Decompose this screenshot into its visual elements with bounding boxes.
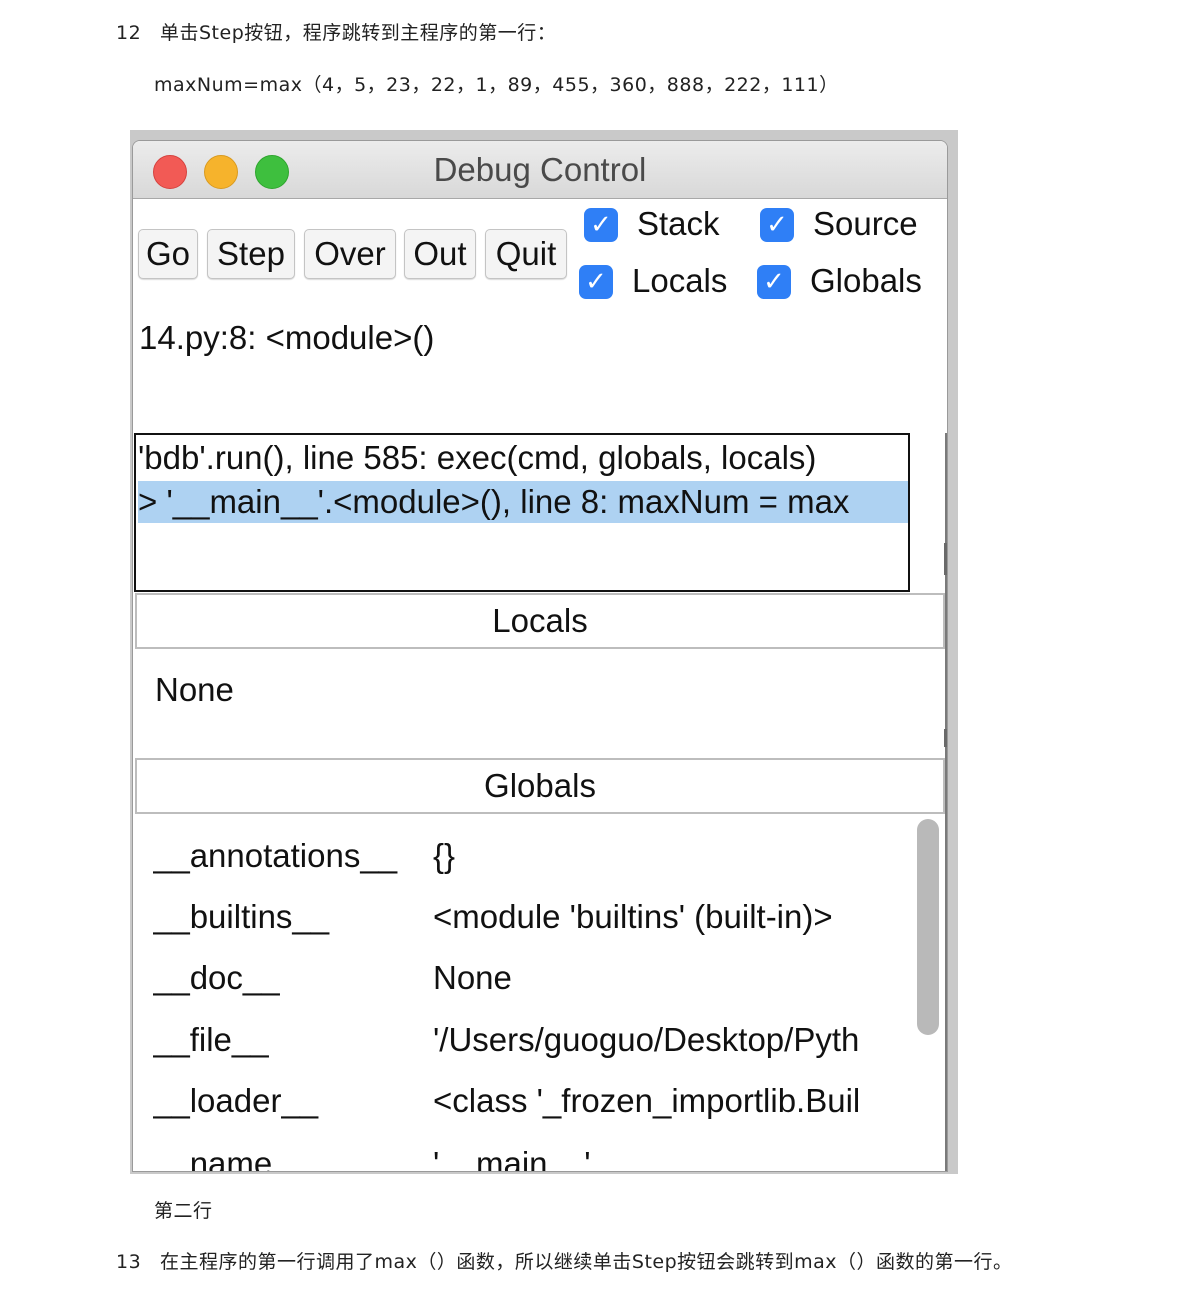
globals-header: Globals [135, 758, 945, 814]
locals-header: Locals [135, 593, 945, 649]
go-button[interactable]: Go [138, 229, 198, 279]
globals-row: __name__ '__main__' [153, 1145, 913, 1171]
stack-frame-item[interactable]: 'bdb'.run(), line 585: exec(cmd, globals… [138, 437, 908, 479]
debug-control-window: Debug Control Go Step Over Out Quit ✓ St… [132, 140, 948, 1172]
step-button[interactable]: Step [207, 229, 295, 279]
step-number: 12 [116, 22, 142, 44]
window-title: Debug Control [433, 151, 647, 188]
out-button[interactable]: Out [404, 229, 476, 279]
global-value: {} [433, 837, 456, 874]
code-line: maxNum=max（4，5，23，22，1，89，455，360，888，22… [154, 74, 839, 96]
step-12-paragraph: 12 单击Step按钮，程序跳转到主程序的第一行： [116, 18, 556, 45]
global-value: '__main__' [433, 1145, 591, 1171]
global-value: '/Users/guoguo/Desktop/Pyth [433, 1021, 860, 1058]
global-name: __loader__ [153, 1082, 319, 1119]
locals-checkbox[interactable]: ✓ [579, 265, 613, 299]
step-13-paragraph: 13 在主程序的第一行调用了max（）函数，所以继续单击Step按钮会跳转到max… [116, 1247, 1013, 1274]
globals-row: __annotations__ {} [153, 837, 913, 877]
globals-scrollbar-thumb[interactable] [917, 819, 939, 1035]
source-checkbox[interactable]: ✓ [760, 208, 794, 242]
locals-scrollbar-thumb[interactable] [944, 729, 947, 747]
globals-checkbox-label: Globals [810, 262, 922, 299]
locals-value: None [155, 671, 234, 708]
globals-row: __doc__ None [153, 959, 913, 999]
globals-row: __builtins__ <module 'builtins' (built-i… [153, 898, 913, 938]
figure-caption: 第二行 [154, 1200, 213, 1222]
global-value: <module 'builtins' (built-in)> [433, 898, 833, 935]
stack-listbox[interactable]: 'bdb'.run(), line 585: exec(cmd, globals… [134, 433, 910, 592]
global-value: None [433, 959, 512, 996]
global-value: <class '_frozen_importlib.Buil [433, 1082, 861, 1119]
title-bar: Debug Control [133, 141, 947, 199]
stack-checkbox[interactable]: ✓ [584, 208, 618, 242]
quit-button[interactable]: Quit [485, 229, 567, 279]
locals-checkbox-label: Locals [632, 262, 728, 299]
globals-row: __loader__ <class '_frozen_importlib.Bui… [153, 1082, 913, 1122]
globals-row: __file__ '/Users/guoguo/Desktop/Pyth [153, 1021, 913, 1061]
current-location: 14.py:8: <module>() [139, 319, 435, 356]
global-name: __builtins__ [153, 898, 330, 935]
step-text: 单击Step按钮，程序跳转到主程序的第一行： [160, 22, 557, 44]
stack-scrollbar-thumb[interactable] [944, 543, 947, 575]
global-name: __name__ [153, 1145, 309, 1171]
global-name: __doc__ [153, 959, 280, 996]
globals-checkbox[interactable]: ✓ [757, 265, 791, 299]
stack-frame-item-selected[interactable]: > '__main__'.<module>(), line 8: maxNum … [138, 481, 908, 523]
globals-list[interactable]: __annotations__ {} __builtins__ <module … [133, 817, 919, 1171]
global-name: __annotations__ [153, 837, 398, 874]
step-text: 在主程序的第一行调用了max（）函数，所以继续单击Step按钮会跳转到max（）… [160, 1251, 1013, 1273]
over-button[interactable]: Over [304, 229, 396, 279]
stack-checkbox-label: Stack [637, 205, 720, 242]
source-checkbox-label: Source [813, 205, 918, 242]
global-name: __file__ [153, 1021, 269, 1058]
step-number: 13 [116, 1251, 142, 1273]
